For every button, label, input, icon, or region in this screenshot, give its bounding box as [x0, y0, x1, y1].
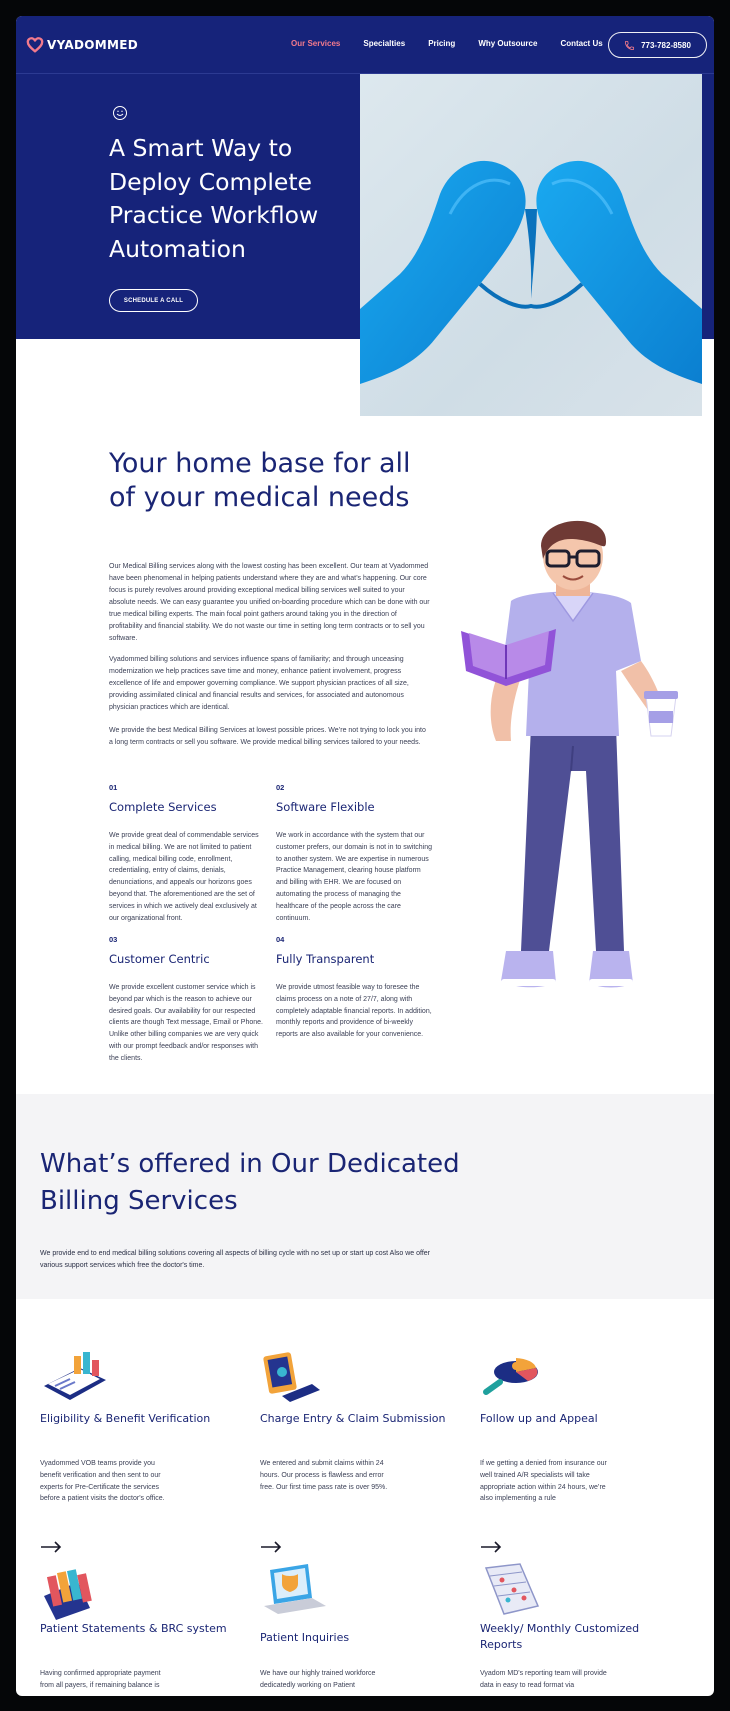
service-title: Patient Statements & BRC system: [40, 1622, 227, 1635]
main-nav: Our Services Specialties Pricing Why Out…: [291, 39, 626, 48]
phone-button[interactable]: 773-782-8580: [608, 32, 707, 58]
folders-icon: [44, 1569, 92, 1620]
feature-body: We provide utmost feasible way to forese…: [276, 984, 432, 1039]
feature-title: Software Flexible: [276, 800, 375, 814]
service-title: Follow up and Appeal: [480, 1412, 598, 1425]
nav-pricing[interactable]: Pricing: [428, 39, 455, 48]
home-paragraph-1: Our Medical Billing services along with …: [109, 563, 430, 642]
phone-number: 773-782-8580: [641, 40, 691, 50]
hero-title: A Smart Way to Deploy Complete Practice …: [109, 134, 319, 263]
schedule-call-button[interactable]: SCHEDULE A CALL: [109, 289, 198, 312]
heart-hands-illustration: [360, 160, 702, 384]
feature-number: 04: [276, 935, 285, 944]
doctor-character-illustration: [461, 520, 678, 988]
brand-name: VYADOMMED: [47, 38, 139, 52]
smile-icon: [113, 106, 127, 120]
feature-body: We provide great deal of commendable ser…: [109, 832, 259, 922]
arrow-right-icon[interactable]: [260, 1541, 282, 1553]
arrow-right-icon[interactable]: [480, 1541, 502, 1553]
service-title: Eligibility & Benefit Verification: [40, 1412, 211, 1425]
feature-number: 02: [276, 783, 285, 792]
clipboard-chart-icon: [44, 1352, 106, 1400]
service-title: Patient Inquiries: [260, 1631, 350, 1644]
home-paragraph-2: Vyadommed billing solutions and services…: [109, 656, 409, 711]
magnifier-pie-icon: [483, 1358, 538, 1395]
service-title: Weekly/ Monthly Customized Reports: [480, 1622, 640, 1651]
feature-title: Fully Transparent: [276, 952, 375, 966]
top-navbar: VYADOMMED Our Services Specialties Prici…: [16, 16, 714, 74]
home-section-title: Your home base for all of your medical n…: [109, 448, 411, 513]
service-body: Vyadom MD's reporting team will provide …: [480, 1670, 607, 1689]
feature-number: 01: [109, 783, 118, 792]
feature-title: Customer Centric: [109, 952, 210, 966]
nav-our-services[interactable]: Our Services: [291, 39, 340, 48]
laptop-shield-icon: [264, 1564, 326, 1614]
offered-title: What’s offered in Our Dedicated Billing …: [40, 1149, 460, 1216]
feature-number: 03: [109, 935, 118, 944]
page-frame: VYADOMMED Our Services Specialties Prici…: [16, 16, 714, 1696]
service-body: Having confirmed appropriate payment fro…: [40, 1670, 161, 1689]
feature-title: Complete Services: [109, 800, 217, 814]
nav-specialties[interactable]: Specialties: [363, 39, 405, 48]
service-body: We have our highly trained workforce ded…: [260, 1670, 376, 1689]
heart-logo-icon: [26, 37, 44, 53]
feature-body: We provide excellent customer service wh…: [109, 984, 263, 1062]
hero-gloved-heart-image: [360, 74, 702, 416]
offered-description: We provide end to end medical billing so…: [40, 1250, 431, 1269]
home-paragraph-3: We provide the best Medical Billing Serv…: [109, 727, 426, 746]
brand-logo[interactable]: VYADOMMED: [26, 36, 138, 54]
nav-contact-us[interactable]: Contact Us: [560, 39, 602, 48]
monitor-card-icon: [263, 1352, 320, 1402]
calendar-report-icon: [484, 1563, 540, 1615]
arrow-right-icon[interactable]: [40, 1541, 62, 1553]
service-body: Vyadommed VOB teams provide you benefit …: [40, 1460, 165, 1503]
service-body: If we getting a denied from insurance ou…: [480, 1460, 607, 1503]
nav-why-outsource[interactable]: Why Outsource: [478, 39, 537, 48]
feature-body: We work in accordance with the system th…: [276, 832, 433, 922]
service-title: Charge Entry & Claim Submission: [260, 1412, 446, 1425]
phone-icon: [625, 40, 635, 50]
service-body: We entered and submit claims within 24 h…: [260, 1460, 388, 1491]
